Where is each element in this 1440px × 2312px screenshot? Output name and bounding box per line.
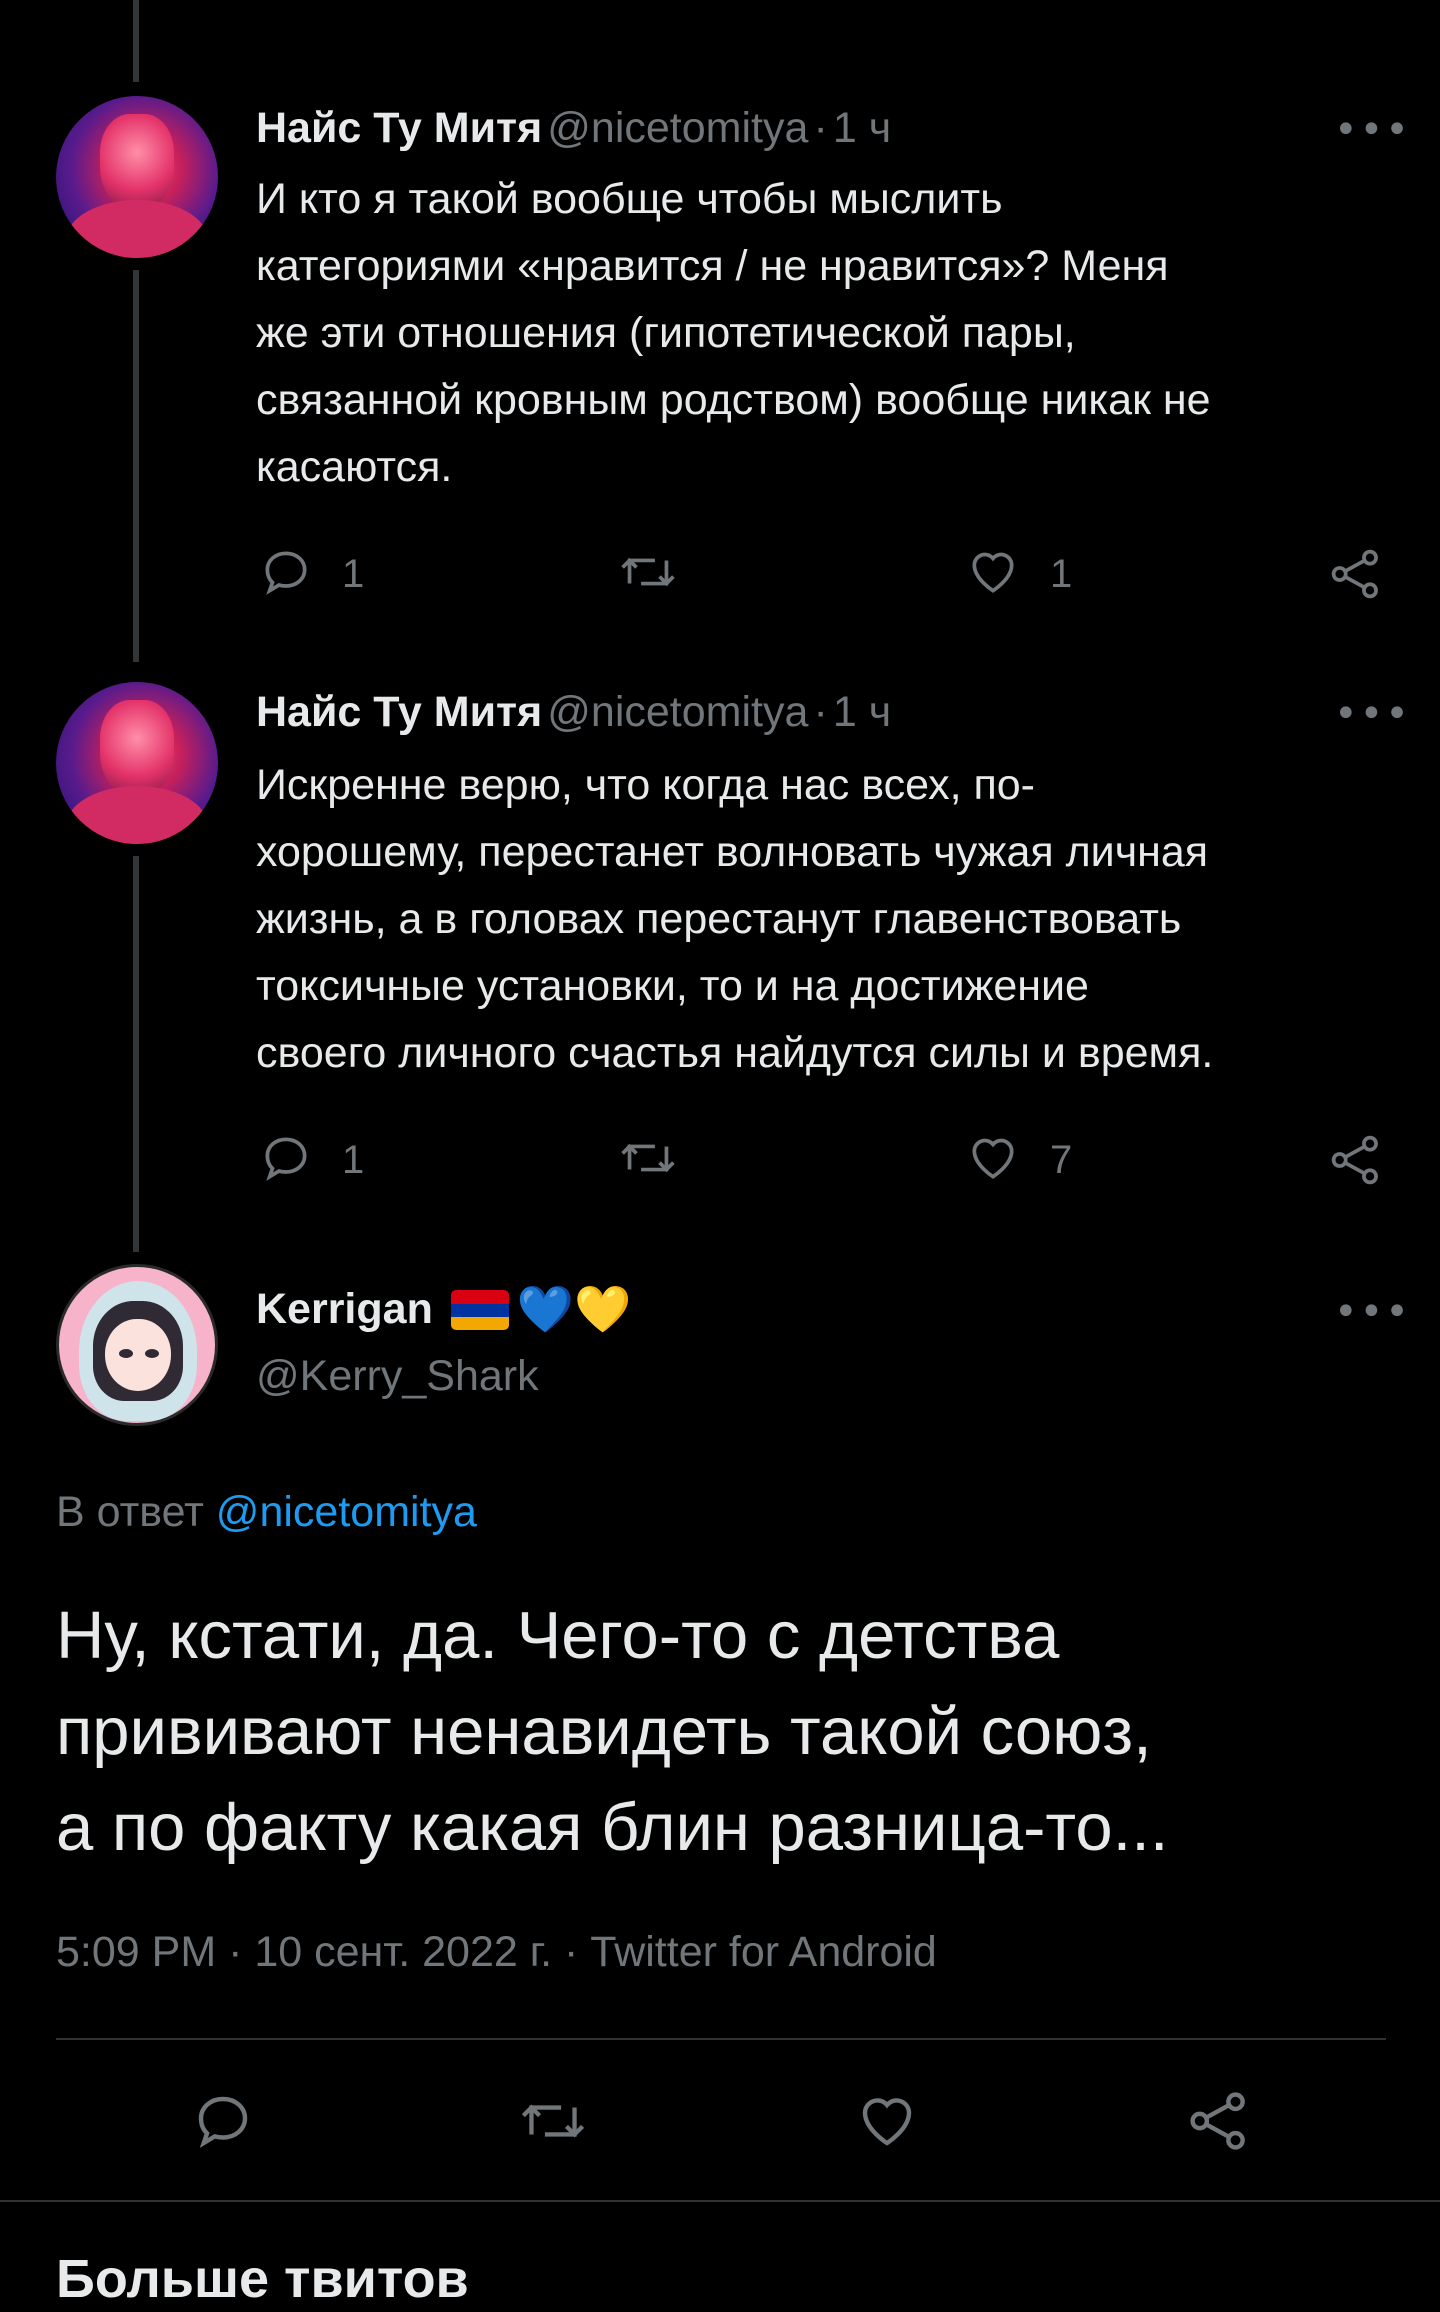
tweet-text: Искренне верю, что когда нас всех, по- х…	[256, 761, 1214, 1077]
share-icon	[1331, 1135, 1378, 1185]
share-icon	[1331, 549, 1378, 599]
reply-button[interactable]	[258, 1130, 314, 1186]
section-divider	[0, 2200, 1440, 2202]
author-handle[interactable]: @nicetomitya	[547, 104, 808, 152]
avatar[interactable]	[56, 682, 218, 844]
retweet-icon	[621, 1143, 675, 1173]
reply-count: 1	[342, 552, 365, 596]
share-button[interactable]	[1328, 546, 1384, 602]
tweet-meta[interactable]: 5:09 PM · 10 сент. 2022 г. · Twitter for…	[56, 1928, 937, 1977]
armenia-flag-icon	[450, 1289, 509, 1330]
heart-emojis: 💙💛	[516, 1282, 632, 1336]
thread-line	[133, 0, 139, 82]
tweet-time[interactable]: 1 ч	[833, 104, 891, 152]
more-icon[interactable]: •••	[1334, 1292, 1411, 1332]
like-button[interactable]	[854, 2088, 920, 2154]
retweet-button[interactable]	[618, 1130, 678, 1186]
reply-icon	[265, 1137, 307, 1181]
tweet-header: Найс Ту Митя @nicetomitya · 1 ч	[256, 688, 891, 737]
tweet-time[interactable]: 1 ч	[833, 688, 891, 736]
like-count: 1	[1050, 552, 1073, 596]
more-icon[interactable]: •••	[1334, 110, 1411, 150]
reply-prefix: В ответ	[56, 1488, 204, 1536]
reply-button[interactable]	[258, 544, 314, 600]
retweet-icon	[621, 557, 675, 587]
divider	[56, 2038, 1386, 2040]
author-name[interactable]: Kerrigan	[256, 1285, 433, 1334]
heart-icon	[862, 2098, 912, 2146]
heart-icon	[972, 552, 1014, 593]
separator: ·	[813, 688, 828, 736]
tweet-header: Найс Ту Митя @nicetomitya · 1 ч	[256, 104, 891, 153]
author-row: Kerrigan 💙💛	[256, 1282, 631, 1337]
like-button[interactable]	[964, 1130, 1022, 1186]
author-handle[interactable]: @nicetomitya	[547, 688, 808, 736]
more-tweets-heading: Больше твитов	[56, 2249, 469, 2309]
reply-icon	[198, 2096, 248, 2148]
main-tweet-text: Ну, кстати, да. Чего-то с детства привив…	[56, 1598, 1169, 1865]
like-count: 7	[1050, 1138, 1073, 1182]
author-name[interactable]: Найс Ту Митя	[256, 104, 542, 152]
tweet-text: И кто я такой вообще чтобы мыслить катег…	[256, 175, 1211, 491]
thread-line	[133, 270, 139, 662]
like-button[interactable]	[964, 544, 1022, 600]
share-button[interactable]	[1328, 1132, 1384, 1188]
retweet-icon	[521, 2104, 585, 2138]
reply-context: В ответ @nicetomitya	[56, 1488, 477, 1537]
reply-button[interactable]	[190, 2088, 256, 2154]
more-icon[interactable]: •••	[1334, 694, 1411, 734]
avatar[interactable]	[56, 96, 218, 258]
heart-icon	[972, 1138, 1014, 1179]
thread-line	[133, 856, 139, 1252]
reply-icon	[265, 551, 307, 595]
reply-to-link[interactable]: @nicetomitya	[216, 1488, 477, 1536]
retweet-button[interactable]	[518, 2088, 588, 2154]
reply-count: 1	[342, 1138, 365, 1182]
share-button[interactable]	[1186, 2088, 1252, 2154]
separator: ·	[813, 104, 828, 152]
author-handle[interactable]: @Kerry_Shark	[256, 1352, 539, 1401]
cut-action-row	[250, 0, 1390, 10]
retweet-button[interactable]	[618, 544, 678, 600]
avatar[interactable]	[56, 1264, 218, 1426]
share-icon	[1190, 2092, 1245, 2150]
author-name[interactable]: Найс Ту Митя	[256, 688, 542, 736]
